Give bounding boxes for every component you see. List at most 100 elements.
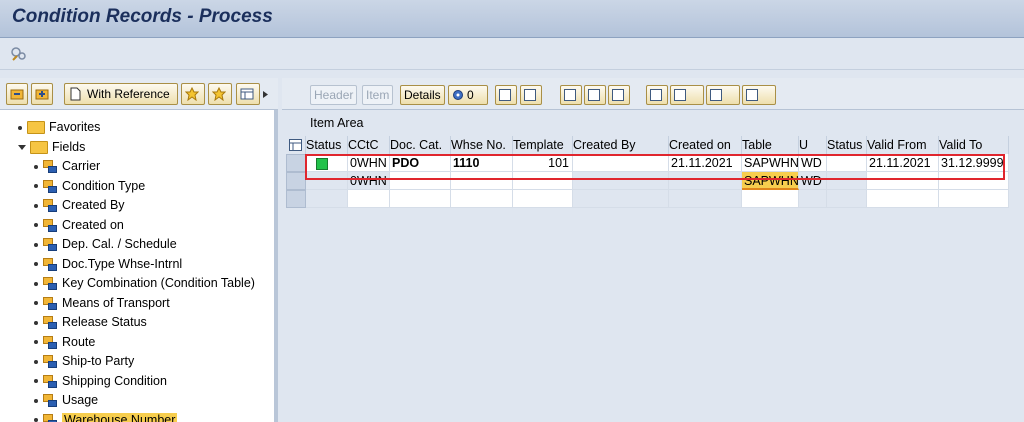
column-header-valid-to[interactable]: Valid To — [939, 136, 1009, 154]
window-title: Condition Records - Process — [12, 6, 273, 27]
column-header-created-by[interactable]: Created By — [573, 136, 669, 154]
field-icon — [43, 238, 58, 252]
empty-cell[interactable] — [939, 190, 1009, 208]
tree-item-label: Release Status — [62, 315, 147, 329]
bullet-icon — [34, 281, 38, 286]
column-header-created-on[interactable]: Created on — [669, 136, 742, 154]
tree-item-release-status[interactable]: Release Status — [34, 313, 147, 332]
field-icon — [43, 316, 58, 330]
column-header-status-2[interactable]: Status — [827, 136, 867, 154]
send-icon[interactable] — [706, 85, 740, 105]
tree-item-label: Favorites — [49, 120, 101, 134]
tree-item-label: Created on — [62, 217, 124, 232]
tree-item-favorites[interactable]: Favorites — [18, 118, 100, 137]
delete-icon[interactable] — [608, 85, 630, 105]
tree-item-fields[interactable]: Fields — [18, 138, 85, 157]
print-icon[interactable] — [646, 85, 668, 105]
tree-item-label: Route — [62, 334, 96, 349]
header-button[interactable]: Header — [310, 85, 358, 105]
tree-item-condition-type[interactable]: Condition Type — [34, 177, 145, 196]
paste-icon[interactable] — [584, 85, 606, 105]
tree-item-doc-type-whse-intrnl[interactable]: Doc.Type Whse-Intrnl — [34, 255, 182, 274]
tree-item-label: Doc.Type Whse-Intrnl — [62, 256, 183, 271]
execute-icon[interactable] — [10, 45, 28, 63]
tree-item-warehouse-number[interactable]: Warehouse Number — [34, 411, 178, 422]
collapse-icon[interactable] — [31, 83, 53, 105]
bullet-icon — [34, 223, 38, 228]
count-label: 0 — [467, 88, 474, 102]
with-reference-label: With Reference — [87, 87, 170, 101]
empty-cell — [827, 190, 867, 208]
tree-item-label: Shipping Condition — [62, 373, 167, 388]
tree-item-carrier[interactable]: Carrier — [34, 157, 100, 176]
item-toolbar: Header Item Details 0 — [282, 78, 1024, 110]
sort-descending-icon[interactable] — [520, 85, 542, 105]
layout-menu-icon[interactable] — [236, 83, 260, 105]
row-selector[interactable] — [286, 190, 306, 208]
highlight-annotation — [305, 154, 1005, 180]
bullet-icon — [18, 125, 22, 130]
tree-item-label: Condition Type — [62, 178, 146, 193]
column-header-status[interactable]: Status — [306, 136, 348, 154]
tree-item-key-combination[interactable]: Key Combination (Condition Table) — [34, 274, 255, 293]
tree-item-created-by[interactable]: Created By — [34, 196, 125, 215]
field-icon — [43, 355, 58, 369]
tree-item-created-on[interactable]: Created on — [34, 216, 124, 235]
tree-item-usage[interactable]: Usage — [34, 391, 98, 410]
tree-item-means-of-transport[interactable]: Means of Transport — [34, 294, 170, 313]
item-button[interactable]: Item — [362, 85, 394, 105]
grid-select-all[interactable] — [286, 136, 306, 154]
bullet-icon — [34, 164, 38, 169]
tree-item-label: Warehouse Number — [62, 412, 178, 422]
tree-item-route[interactable]: Route — [34, 333, 95, 352]
tree-item-label: Dep. Cal. / Schedule — [62, 237, 177, 251]
field-icon — [43, 218, 58, 232]
expand-icon[interactable] — [6, 83, 28, 105]
column-header-cctc[interactable]: CCtC — [348, 136, 390, 154]
empty-cell[interactable] — [513, 190, 573, 208]
details-button[interactable]: Details — [400, 85, 445, 105]
with-reference-button[interactable]: With Reference — [64, 83, 178, 105]
expand-arrow-icon[interactable] — [18, 144, 26, 150]
tree-item-label: Key Combination (Condition Table) — [62, 276, 255, 290]
copy-icon[interactable] — [560, 85, 582, 105]
column-header-whse-no[interactable]: Whse No. — [451, 136, 513, 154]
empty-cell — [306, 190, 348, 208]
tree-item-label: Fields — [52, 139, 86, 154]
item-area-label: Item Area — [310, 116, 364, 130]
condition-navigator-pane: With Reference Favorites Fields Carrier … — [0, 78, 278, 422]
sort-ascending-icon[interactable] — [495, 85, 517, 105]
tree-item-label: Means of Transport — [62, 295, 170, 310]
empty-cell[interactable] — [742, 190, 799, 208]
row-selector[interactable] — [286, 154, 306, 172]
bullet-icon — [34, 418, 38, 422]
column-header-template[interactable]: Template — [513, 136, 573, 154]
export-icon[interactable] — [670, 85, 704, 105]
row-selector[interactable] — [286, 172, 306, 190]
empty-cell[interactable] — [390, 190, 451, 208]
field-icon — [43, 179, 58, 193]
bullet-icon — [34, 301, 38, 306]
field-icon — [43, 394, 58, 408]
count-button[interactable]: 0 — [448, 85, 488, 105]
layout-icon[interactable] — [742, 85, 776, 105]
field-icon — [43, 277, 58, 291]
favorites-icon[interactable] — [208, 83, 232, 105]
column-header-doc-cat[interactable]: Doc. Cat. — [390, 136, 451, 154]
chevron-right-icon[interactable] — [263, 91, 268, 98]
bullet-icon — [34, 242, 38, 247]
tree-item-dep-cal-schedule[interactable]: Dep. Cal. / Schedule — [34, 235, 177, 254]
empty-cell[interactable] — [348, 190, 390, 208]
column-header-valid-from[interactable]: Valid From — [867, 136, 939, 154]
column-header-table[interactable]: Table — [742, 136, 799, 154]
tree-item-shipping-condition[interactable]: Shipping Condition — [34, 372, 167, 391]
bullet-icon — [34, 262, 38, 267]
tree-item-ship-to-party[interactable]: Ship-to Party — [34, 352, 134, 371]
empty-cell — [669, 190, 742, 208]
field-icon — [43, 413, 58, 422]
empty-cell[interactable] — [451, 190, 513, 208]
add-favorite-icon[interactable] — [181, 83, 205, 105]
empty-cell[interactable] — [867, 190, 939, 208]
document-icon — [70, 87, 81, 101]
column-header-u[interactable]: U — [799, 136, 827, 154]
